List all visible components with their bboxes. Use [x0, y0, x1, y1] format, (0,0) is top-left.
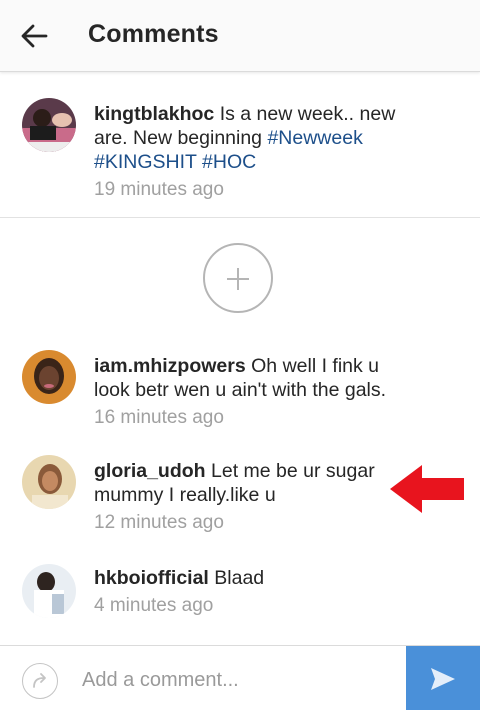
hashtag-link[interactable]: #Newweek — [267, 127, 362, 149]
share-arrow-icon — [33, 673, 46, 688]
username[interactable]: kingtblakhoc — [94, 103, 214, 125]
divider — [0, 217, 480, 218]
send-icon — [431, 667, 455, 690]
annotation-arrow — [388, 461, 468, 517]
timestamp: 12 minutes ago — [94, 512, 224, 533]
hashtag-link[interactable]: #KINGSHIT — [94, 151, 197, 173]
avatar[interactable] — [22, 350, 76, 404]
share-button[interactable] — [22, 663, 58, 699]
timestamp: 4 minutes ago — [94, 595, 214, 616]
avatar[interactable] — [22, 564, 76, 618]
load-more-comments-button[interactable] — [203, 243, 273, 313]
comment-composer — [0, 645, 480, 710]
username[interactable]: gloria_udoh — [94, 460, 206, 482]
avatar[interactable] — [22, 98, 76, 152]
username[interactable]: iam.mhizpowers — [94, 355, 246, 377]
back-button[interactable] — [14, 18, 54, 54]
arrow-left-icon — [21, 24, 48, 48]
hashtag-link[interactable]: #HOC — [202, 151, 256, 173]
timestamp: 16 minutes ago — [94, 407, 224, 428]
comment-text: Blaad — [214, 567, 265, 589]
app-header: Comments — [0, 0, 480, 72]
timestamp: 19 minutes ago — [94, 179, 224, 200]
avatar[interactable] — [22, 455, 76, 509]
comment-input[interactable] — [82, 664, 382, 696]
username[interactable]: hkboiofficial — [94, 567, 209, 589]
send-button[interactable] — [406, 646, 480, 710]
page-title: Comments — [88, 20, 219, 48]
